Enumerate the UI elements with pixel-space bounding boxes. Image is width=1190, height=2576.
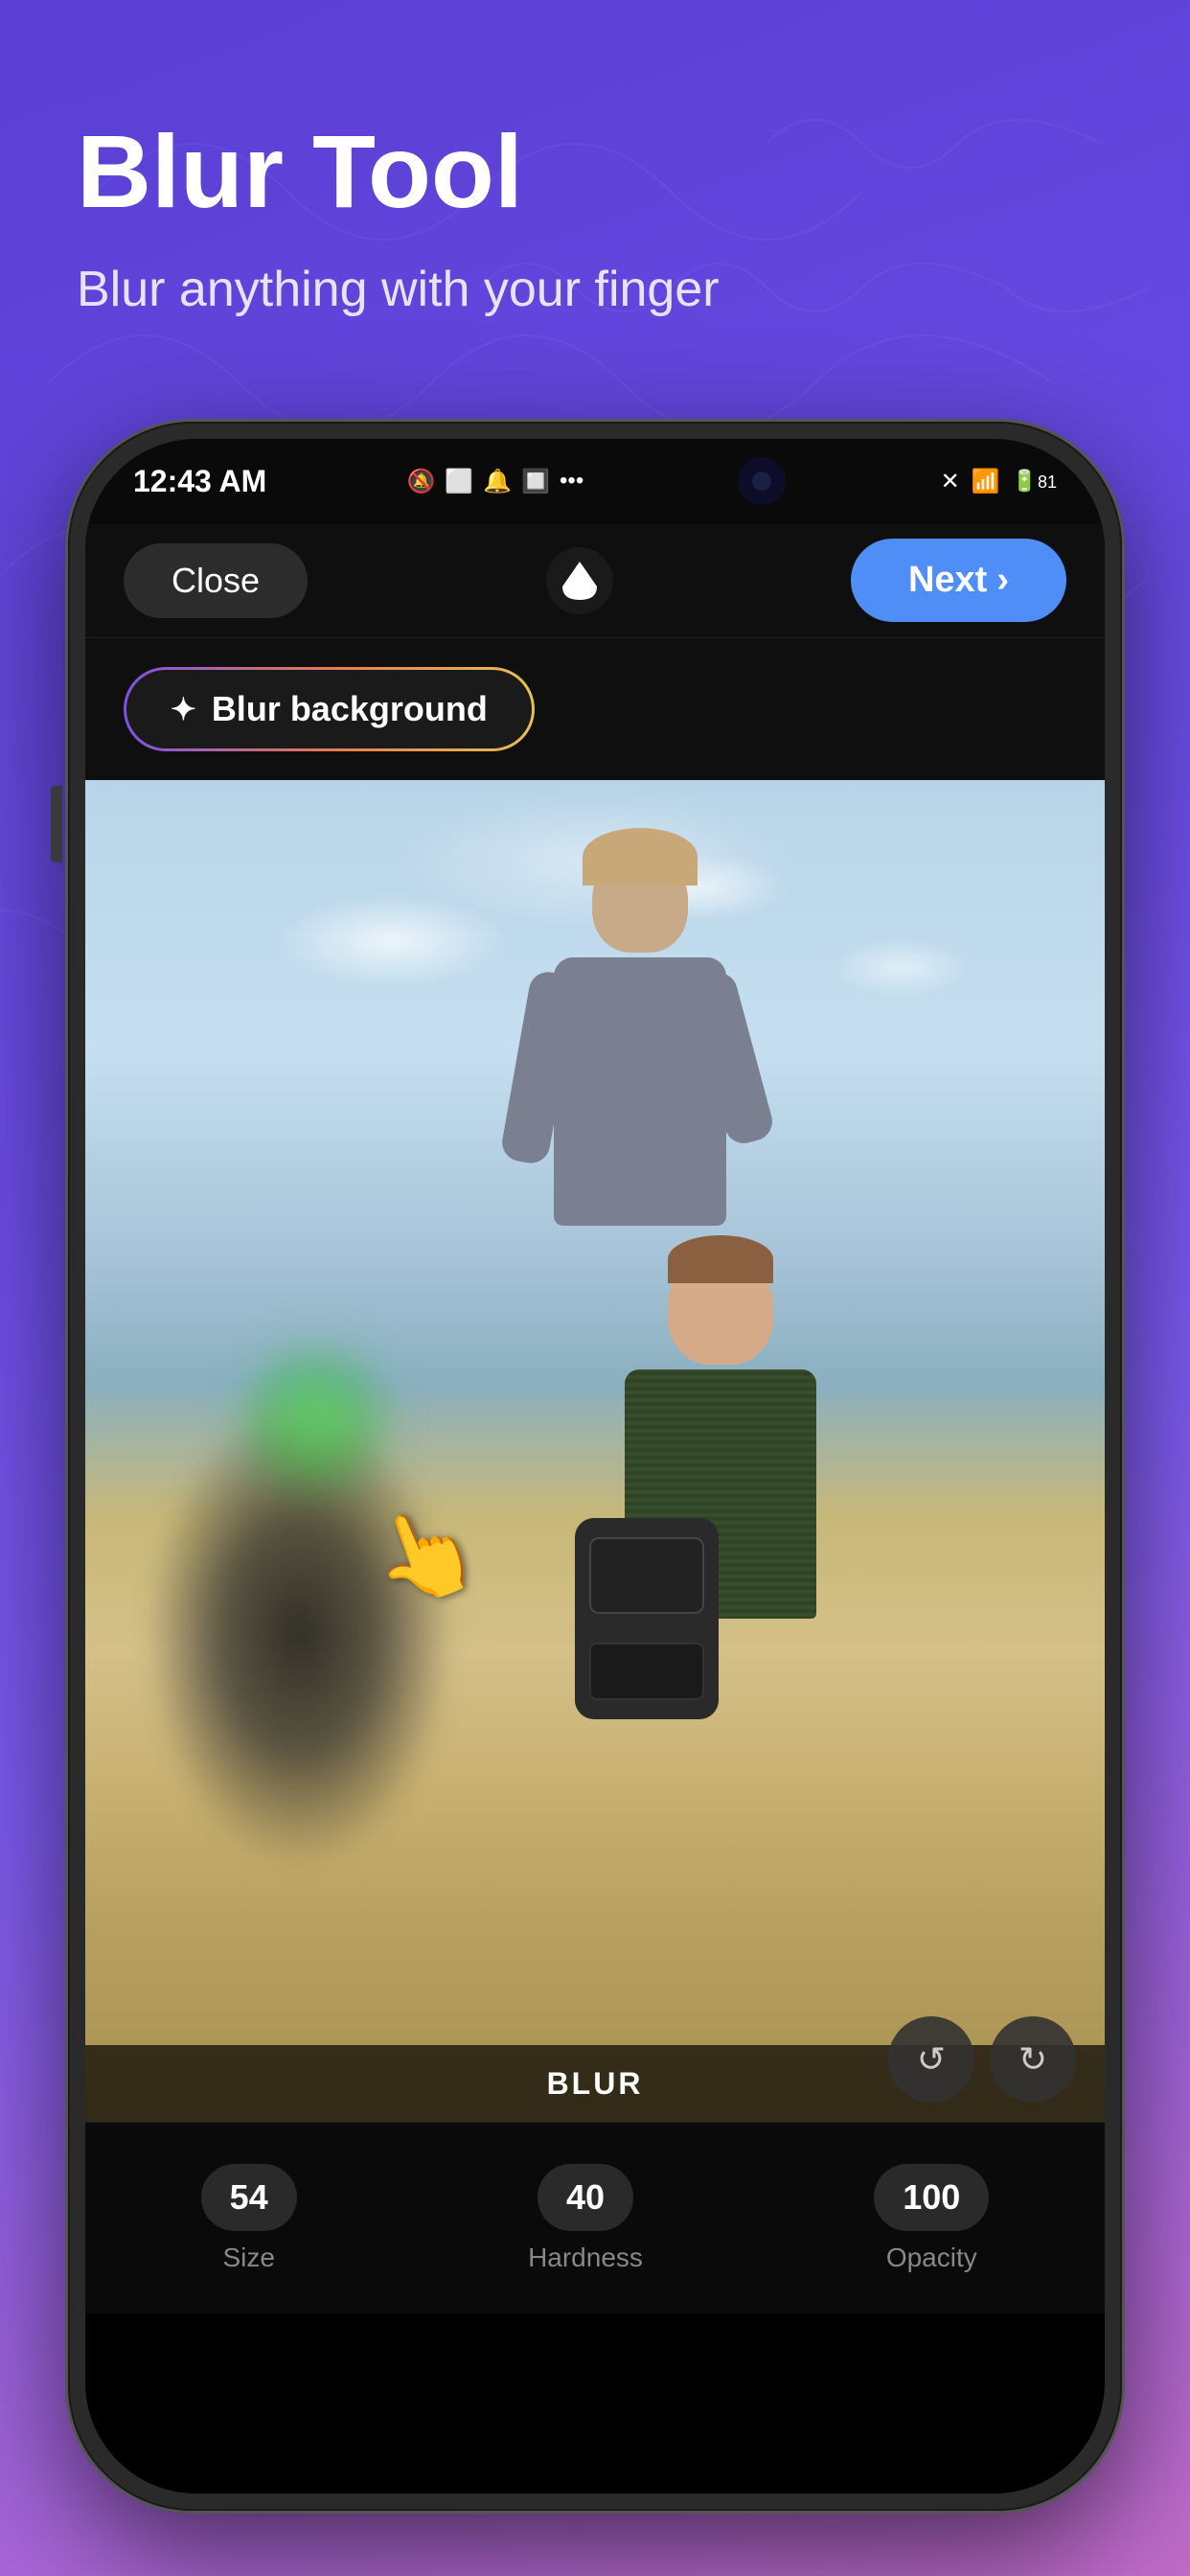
sparkle-icon: ✦ (171, 691, 196, 727)
page-subtitle: Blur anything with your finger (77, 258, 1113, 323)
hardness-value: 40 (538, 2164, 633, 2231)
undo-button[interactable]: ↺ (888, 2016, 974, 2103)
wifi-icon: 📶 (972, 468, 1000, 495)
opacity-value: 100 (874, 2164, 989, 2231)
undo-redo-container: ↺ ↻ (888, 2016, 1076, 2103)
phone-mockup: 12:43 AM 🔕 ⬜ 🔔 🔲 ••• ✕ 📶 🔋 (68, 422, 1122, 2511)
blur-btn-section: ✦ Blur background (85, 638, 1105, 780)
next-button[interactable]: Next › (851, 539, 1066, 622)
opacity-label: Opacity (886, 2242, 977, 2273)
size-label: Size (222, 2242, 274, 2273)
more-icon: ••• (560, 468, 584, 494)
sim-icon: ✕ (941, 468, 960, 495)
size-control[interactable]: 54 Size (201, 2164, 297, 2273)
hardness-control[interactable]: 40 Hardness (528, 2164, 643, 2273)
blur-background-label: Blur background (212, 689, 488, 729)
alarm-icon: 🔔 (483, 468, 512, 495)
status-icons-right: ✕ 📶 🔋81 (941, 468, 1057, 495)
status-icons-left: 🔕 ⬜ 🔔 🔲 ••• (406, 468, 584, 495)
opacity-control[interactable]: 100 Opacity (874, 2164, 989, 2273)
photo-area[interactable]: 👆 BLUR ↺ ↻ (85, 780, 1105, 2122)
bottom-controls: 54 Size 40 Hardness 100 Opacity (85, 2122, 1105, 2313)
blur-background-btn-wrapper[interactable]: ✦ Blur background (124, 667, 535, 751)
redo-button[interactable]: ↻ (990, 2016, 1076, 2103)
status-time: 12:43 AM (133, 464, 266, 499)
mute-icon: 🔕 (406, 468, 435, 495)
nfc-icon: 🔲 (521, 468, 550, 495)
battery-icon: 🔋81 (1012, 469, 1057, 494)
status-bar: 12:43 AM 🔕 ⬜ 🔔 🔲 ••• ✕ 📶 🔋 (85, 439, 1105, 523)
close-button[interactable]: Close (124, 543, 308, 618)
screen-record-icon: ⬜ (445, 468, 473, 495)
page-title: Blur Tool (77, 115, 1113, 229)
hardness-label: Hardness (528, 2242, 643, 2273)
toolbar: Close Next › (85, 523, 1105, 638)
ai-selection-glow (239, 1344, 392, 1497)
app-logo (546, 547, 613, 614)
size-value: 54 (201, 2164, 297, 2231)
